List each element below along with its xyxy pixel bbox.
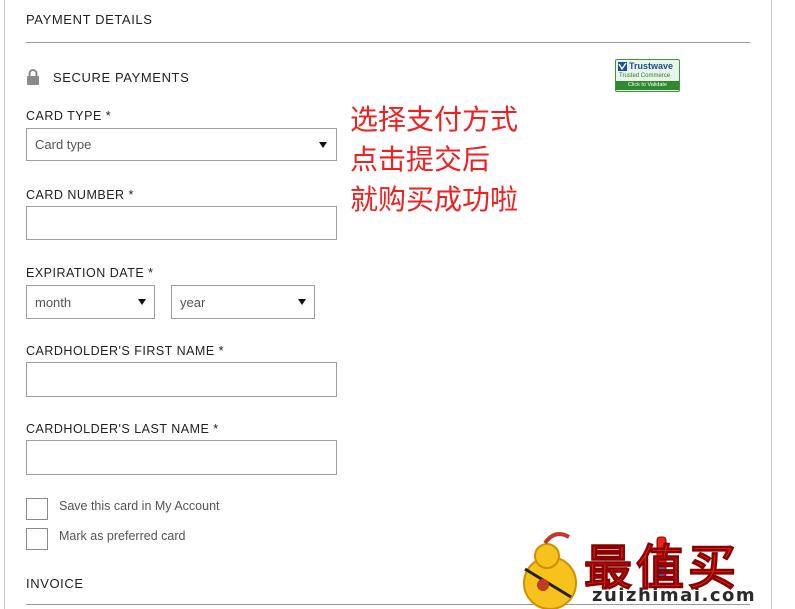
secure-payments-row: SECURE PAYMENTS bbox=[26, 66, 189, 88]
section-divider bbox=[26, 42, 750, 43]
secure-payments-label: SECURE PAYMENTS bbox=[53, 69, 190, 85]
expiration-month-value: month bbox=[35, 294, 72, 310]
preferred-card-label: Mark as preferred card bbox=[59, 529, 186, 543]
card-type-select[interactable]: Card type bbox=[26, 128, 337, 161]
last-name-input[interactable] bbox=[26, 440, 337, 475]
expiration-year-select[interactable]: year bbox=[171, 285, 315, 319]
page-border-right bbox=[771, 0, 772, 609]
chevron-down-icon bbox=[319, 141, 327, 148]
annotation-line-1: 选择支付方式 bbox=[350, 103, 519, 136]
save-card-label: Save this card in My Account bbox=[59, 499, 220, 513]
lock-icon bbox=[26, 69, 40, 85]
payment-details-title: PAYMENT DETAILS bbox=[26, 12, 153, 27]
trustwave-subtitle: Trusted Commerce bbox=[619, 73, 671, 79]
trustwave-brand: Trustwave bbox=[629, 61, 674, 71]
card-type-label: CARD TYPE * bbox=[26, 109, 112, 123]
expiration-year-value: year bbox=[180, 294, 206, 310]
invoice-title: INVOICE bbox=[26, 576, 84, 591]
card-number-label: CARD NUMBER * bbox=[26, 188, 134, 202]
expiration-date-label: EXPIRATION DATE * bbox=[26, 266, 154, 280]
first-name-input[interactable] bbox=[26, 362, 337, 397]
card-type-value: Card type bbox=[35, 137, 92, 152]
trustwave-brand-row: Trustwave bbox=[616, 60, 679, 72]
annotation-line-3: 就购买成功啦 bbox=[350, 183, 519, 216]
chevron-down-icon bbox=[138, 299, 146, 305]
annotation-line-2: 点击提交后 bbox=[350, 143, 491, 176]
chevron-down-icon bbox=[298, 299, 306, 305]
trustwave-badge[interactable]: Trustwave Trusted Commerce Click to Vali… bbox=[615, 59, 680, 92]
expiration-month-select[interactable]: month bbox=[26, 285, 155, 319]
page-border-left bbox=[4, 0, 5, 609]
preferred-card-checkbox[interactable] bbox=[26, 528, 48, 550]
first-name-label: CARDHOLDER'S FIRST NAME * bbox=[26, 344, 225, 358]
watermark-domain: zuizhimai.com bbox=[592, 585, 757, 606]
trustwave-logo-icon bbox=[618, 61, 627, 71]
last-name-label: CARDHOLDER'S LAST NAME * bbox=[26, 422, 219, 436]
card-number-input[interactable] bbox=[26, 206, 337, 240]
save-card-checkbox[interactable] bbox=[26, 498, 48, 520]
trustwave-validate: Click to Validate bbox=[616, 81, 679, 90]
